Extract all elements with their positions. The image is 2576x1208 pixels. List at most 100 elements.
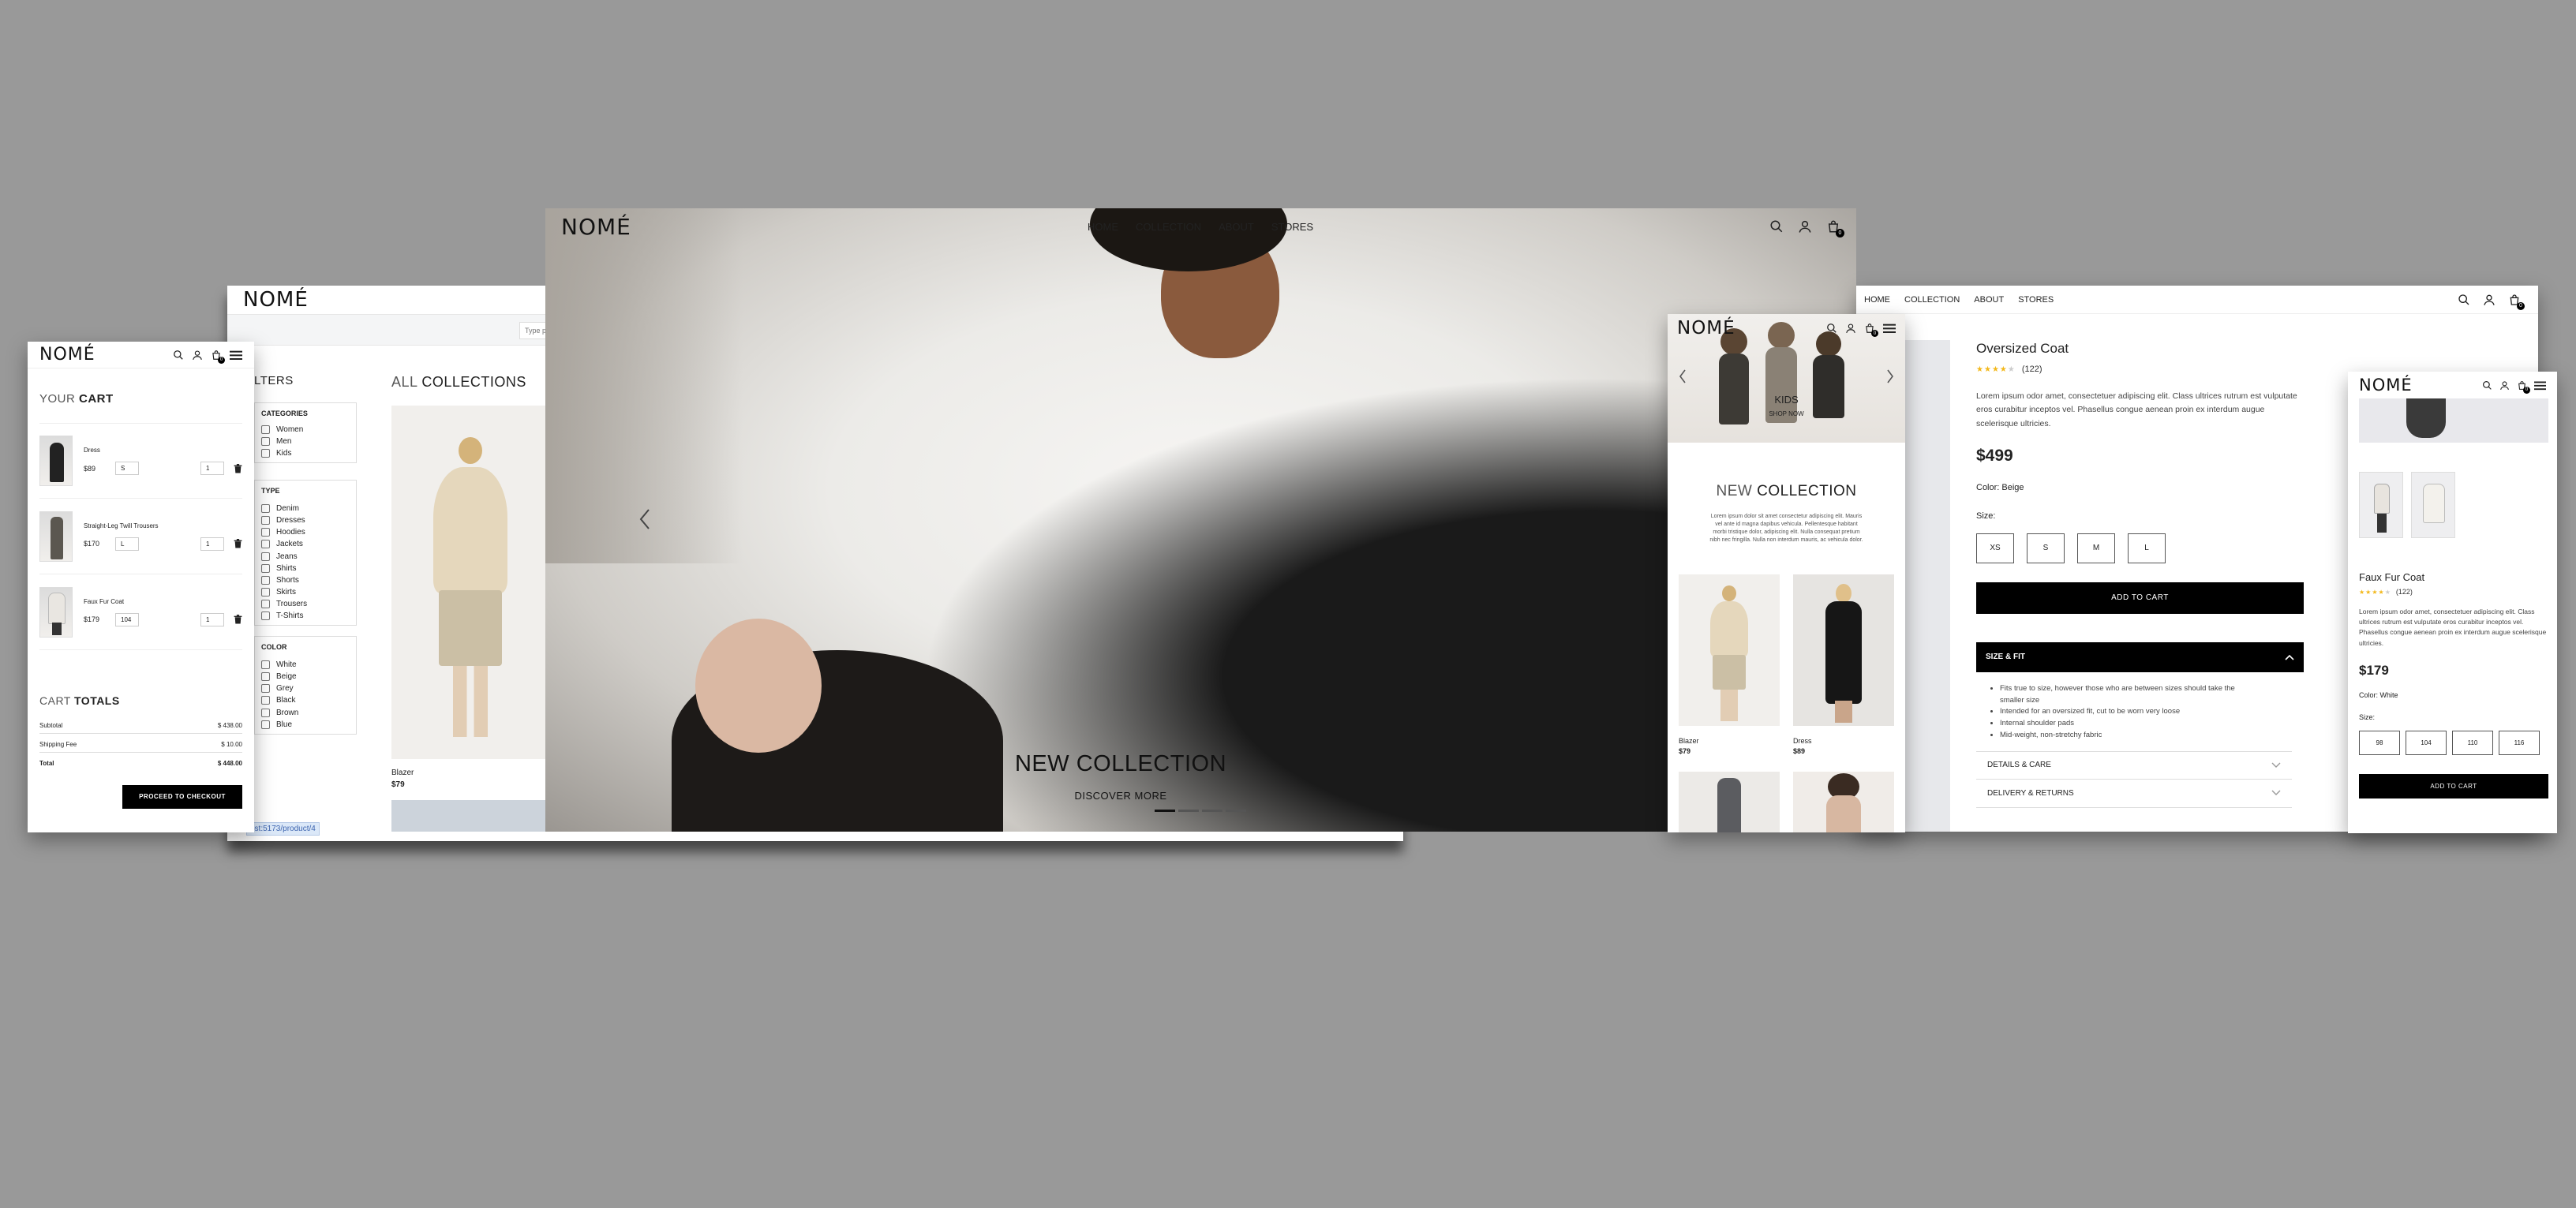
- search-icon[interactable]: [2482, 380, 2492, 391]
- checkbox[interactable]: [261, 449, 270, 458]
- product-thumbnail[interactable]: [39, 436, 73, 486]
- carousel-dot[interactable]: [1155, 810, 1175, 812]
- product-image[interactable]: [1679, 574, 1780, 726]
- filter-option[interactable]: Skirts: [261, 587, 350, 597]
- user-icon[interactable]: [1798, 219, 1812, 234]
- filter-option[interactable]: Black: [261, 696, 350, 705]
- size-select[interactable]: S: [115, 462, 139, 475]
- checkbox[interactable]: [261, 516, 270, 525]
- user-icon[interactable]: [2483, 294, 2496, 306]
- quantity-input[interactable]: 1: [200, 462, 224, 475]
- search-icon[interactable]: [2458, 294, 2470, 306]
- chevron-down-icon[interactable]: [2271, 790, 2281, 796]
- checkbox[interactable]: [261, 587, 270, 597]
- product-name[interactable]: Dress: [1793, 737, 1894, 745]
- add-to-cart-button[interactable]: ADD TO CART: [2359, 773, 2548, 798]
- size-option[interactable]: L: [2128, 533, 2166, 563]
- checkbox[interactable]: [261, 660, 270, 669]
- checkbox[interactable]: [261, 425, 270, 434]
- nav-home[interactable]: HOME: [1864, 295, 1890, 305]
- product-image[interactable]: [391, 406, 549, 759]
- checkbox[interactable]: [261, 528, 270, 537]
- checkbox[interactable]: [261, 600, 270, 609]
- product-card[interactable]: Blazer $79: [1679, 574, 1780, 755]
- filter-option[interactable]: Jackets: [261, 540, 350, 549]
- size-option[interactable]: S: [2027, 533, 2065, 563]
- checkbox[interactable]: [261, 540, 270, 549]
- discover-more-link[interactable]: DISCOVER MORE: [545, 790, 1696, 802]
- filter-option[interactable]: Dresses: [261, 516, 350, 525]
- size-option[interactable]: XS: [1976, 533, 2014, 563]
- checkbox[interactable]: [261, 504, 270, 513]
- size-select[interactable]: 104: [115, 612, 139, 626]
- nav-stores[interactable]: STORES: [2018, 295, 2054, 305]
- size-option[interactable]: 98: [2359, 730, 2400, 755]
- brand-logo[interactable]: NOMÉ: [243, 288, 309, 312]
- filter-option[interactable]: Men: [261, 437, 350, 446]
- product-image[interactable]: [1679, 772, 1780, 832]
- nav-collection[interactable]: COLLECTION: [1136, 221, 1201, 233]
- cart-icon[interactable]: 0: [2508, 294, 2525, 310]
- trash-icon[interactable]: [234, 615, 242, 624]
- trash-icon[interactable]: [234, 539, 242, 548]
- checkbox[interactable]: [261, 611, 270, 621]
- review-count[interactable]: (122): [2022, 365, 2042, 374]
- chevron-left-icon[interactable]: [638, 508, 651, 530]
- delivery-returns-accordion[interactable]: DELIVERY & RETURNS: [1976, 780, 2292, 808]
- cart-icon[interactable]: 0: [2517, 380, 2530, 394]
- chevron-down-icon[interactable]: [2271, 762, 2281, 769]
- nav-about[interactable]: ABOUT: [1219, 221, 1254, 233]
- cart-icon[interactable]: 0: [1864, 323, 1878, 337]
- product-image[interactable]: [1904, 340, 1950, 832]
- filter-option[interactable]: Jeans: [261, 552, 350, 561]
- filter-option[interactable]: Brown: [261, 708, 350, 717]
- filter-option[interactable]: Denim: [261, 504, 350, 513]
- product-card[interactable]: Blazer $79: [391, 406, 549, 832]
- product-image[interactable]: [1793, 772, 1894, 832]
- user-icon[interactable]: [2499, 380, 2510, 391]
- checkbox[interactable]: [261, 575, 270, 585]
- user-icon[interactable]: [192, 350, 203, 361]
- menu-icon[interactable]: [1883, 323, 1896, 334]
- filter-option[interactable]: Blue: [261, 720, 350, 729]
- carousel-dot[interactable]: [1226, 810, 1246, 812]
- product-name[interactable]: Blazer: [1679, 737, 1780, 745]
- quantity-input[interactable]: 1: [200, 612, 224, 626]
- checkbox[interactable]: [261, 720, 270, 729]
- checkbox[interactable]: [261, 696, 270, 705]
- filter-option[interactable]: Grey: [261, 684, 350, 693]
- cart-item-name[interactable]: Dress: [84, 447, 242, 454]
- filter-option[interactable]: Beige: [261, 672, 350, 681]
- checkbox[interactable]: [261, 672, 270, 682]
- product-name[interactable]: Blazer: [391, 769, 549, 777]
- filter-option[interactable]: T-Shirts: [261, 611, 350, 620]
- checkbox[interactable]: [261, 684, 270, 694]
- search-icon[interactable]: [1769, 219, 1784, 234]
- banner-shop-link[interactable]: SHOP NOW: [1668, 410, 1905, 417]
- nav-home[interactable]: HOME: [1088, 221, 1118, 233]
- brand-logo[interactable]: NOMÉ: [2359, 376, 2413, 395]
- nav-stores[interactable]: STORES: [1271, 221, 1313, 233]
- product-thumbnail[interactable]: [2411, 472, 2455, 538]
- filter-option[interactable]: Trousers: [261, 600, 350, 608]
- product-card[interactable]: Dress $89: [1793, 574, 1894, 755]
- brand-logo[interactable]: NOMÉ: [1677, 318, 1735, 338]
- chevron-up-icon[interactable]: [2285, 654, 2294, 660]
- add-to-cart-button[interactable]: ADD TO CART: [1976, 582, 2304, 614]
- chevron-left-icon[interactable]: [1679, 369, 1687, 383]
- checkbox[interactable]: [261, 552, 270, 561]
- carousel-dot[interactable]: [1202, 810, 1222, 812]
- checkout-button[interactable]: PROCEED TO CHECKOUT: [122, 785, 242, 809]
- cart-item-name[interactable]: Faux Fur Coat: [84, 598, 242, 605]
- checkbox[interactable]: [261, 708, 270, 717]
- review-count[interactable]: (122): [2396, 588, 2413, 596]
- trash-icon[interactable]: [234, 463, 242, 473]
- checkbox[interactable]: [261, 437, 270, 447]
- menu-icon[interactable]: [230, 350, 242, 361]
- size-option[interactable]: 110: [2452, 730, 2493, 755]
- brand-logo[interactable]: NOMÉ: [39, 345, 95, 365]
- product-image[interactable]: [391, 800, 549, 832]
- size-option[interactable]: M: [2077, 533, 2115, 563]
- carousel-dot[interactable]: [1178, 810, 1199, 812]
- user-icon[interactable]: [1845, 323, 1856, 334]
